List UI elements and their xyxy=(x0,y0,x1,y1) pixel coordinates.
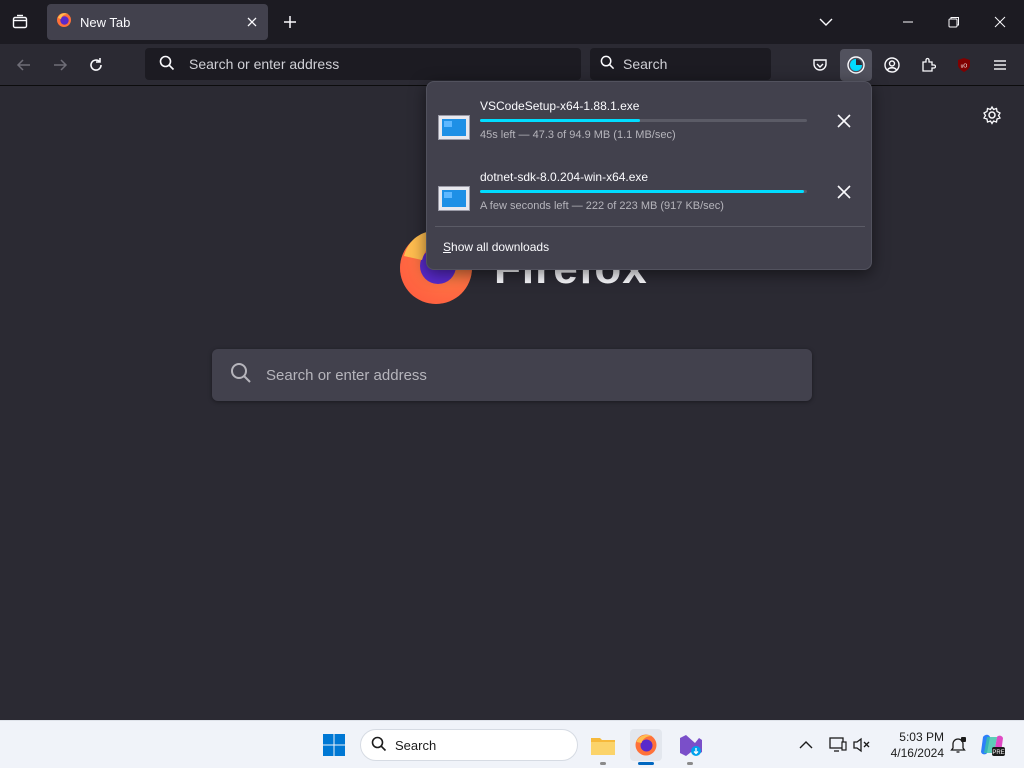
windows-taskbar: Search 5:03 PM 4/16/2024 PRE xyxy=(0,720,1024,768)
gear-icon[interactable] xyxy=(982,105,1002,130)
chevron-down-icon[interactable] xyxy=(816,12,836,32)
tab-strip: New Tab xyxy=(0,0,1024,44)
divider xyxy=(435,226,865,227)
cancel-download-icon[interactable] xyxy=(833,110,855,132)
download-item[interactable]: dotnet-sdk-8.0.204-win-x64.exe A few sec… xyxy=(427,161,873,225)
visual-studio-installer-icon[interactable] xyxy=(674,729,706,765)
download-status: A few seconds left — 222 of 223 MB (917 … xyxy=(480,200,724,212)
download-progress-fill xyxy=(480,190,804,193)
chevron-up-icon[interactable] xyxy=(790,729,822,761)
firefox-taskbar-icon[interactable] xyxy=(630,729,662,765)
tab-list-icon[interactable] xyxy=(8,10,32,34)
download-progress-bar xyxy=(480,119,807,122)
installer-file-icon xyxy=(438,115,470,140)
search-icon xyxy=(159,55,175,74)
search-icon xyxy=(600,55,615,73)
clock-date: 4/16/2024 xyxy=(890,746,944,760)
new-tab-search-placeholder: Search or enter address xyxy=(266,366,427,384)
windows-start-icon[interactable] xyxy=(318,729,350,761)
browser-window: New Tab Search or enter address Search u… xyxy=(0,0,1024,768)
svg-text:uO: uO xyxy=(961,64,968,70)
plus-icon[interactable] xyxy=(280,12,300,32)
downloads-icon[interactable] xyxy=(840,49,872,81)
window-close-icon[interactable] xyxy=(990,12,1010,32)
tab-new-tab[interactable]: New Tab xyxy=(47,4,268,40)
extensions-icon[interactable] xyxy=(918,55,938,75)
volume-muted-icon[interactable] xyxy=(846,729,878,761)
running-indicator xyxy=(600,762,606,765)
download-progress-bar xyxy=(480,190,807,193)
forward-arrow-icon[interactable] xyxy=(50,55,70,75)
taskbar-search-label: Search xyxy=(395,737,437,753)
nav-bar: Search or enter address Search uO xyxy=(0,44,1024,86)
svg-text:PRE: PRE xyxy=(992,750,1004,756)
downloads-panel: VSCodeSetup-x64-1.88.1.exe 45s left — 47… xyxy=(426,81,872,270)
search-icon xyxy=(371,736,387,755)
firefox-icon xyxy=(56,12,72,33)
installer-file-icon xyxy=(438,186,470,211)
back-arrow-icon[interactable] xyxy=(14,55,34,75)
close-icon[interactable] xyxy=(244,14,260,30)
tab-title: New Tab xyxy=(80,14,131,30)
reload-icon[interactable] xyxy=(86,55,106,75)
notification-bell-icon[interactable] xyxy=(942,729,974,761)
new-tab-search-input[interactable]: Search or enter address xyxy=(212,349,812,401)
account-icon[interactable] xyxy=(882,55,902,75)
running-indicator xyxy=(687,762,693,765)
pocket-icon[interactable] xyxy=(810,55,830,75)
ublock-icon[interactable]: uO xyxy=(954,55,974,75)
file-explorer-icon[interactable] xyxy=(587,729,619,765)
show-all-downloads-link[interactable]: Show all downloads xyxy=(443,240,549,254)
search-icon xyxy=(230,362,252,388)
hamburger-menu-icon[interactable] xyxy=(990,55,1010,75)
search-bar[interactable]: Search xyxy=(590,48,771,80)
download-item[interactable]: VSCodeSetup-x64-1.88.1.exe 45s left — 47… xyxy=(427,90,873,154)
restore-icon[interactable] xyxy=(944,12,964,32)
download-status: 45s left — 47.3 of 94.9 MB (1.1 MB/sec) xyxy=(480,129,676,141)
download-filename: VSCodeSetup-x64-1.88.1.exe xyxy=(480,99,640,113)
download-progress-fill xyxy=(480,119,641,122)
taskbar-clock[interactable]: 5:03 PM 4/16/2024 xyxy=(880,729,944,761)
taskbar-search[interactable]: Search xyxy=(360,729,578,761)
url-bar[interactable]: Search or enter address xyxy=(145,48,581,80)
cancel-download-icon[interactable] xyxy=(833,181,855,203)
minimize-icon[interactable] xyxy=(898,12,918,32)
url-placeholder: Search or enter address xyxy=(189,56,340,72)
active-indicator xyxy=(638,762,654,765)
search-placeholder: Search xyxy=(623,56,668,72)
download-filename: dotnet-sdk-8.0.204-win-x64.exe xyxy=(480,170,649,184)
clock-time: 5:03 PM xyxy=(899,730,944,744)
copilot-icon[interactable]: PRE xyxy=(976,729,1008,761)
